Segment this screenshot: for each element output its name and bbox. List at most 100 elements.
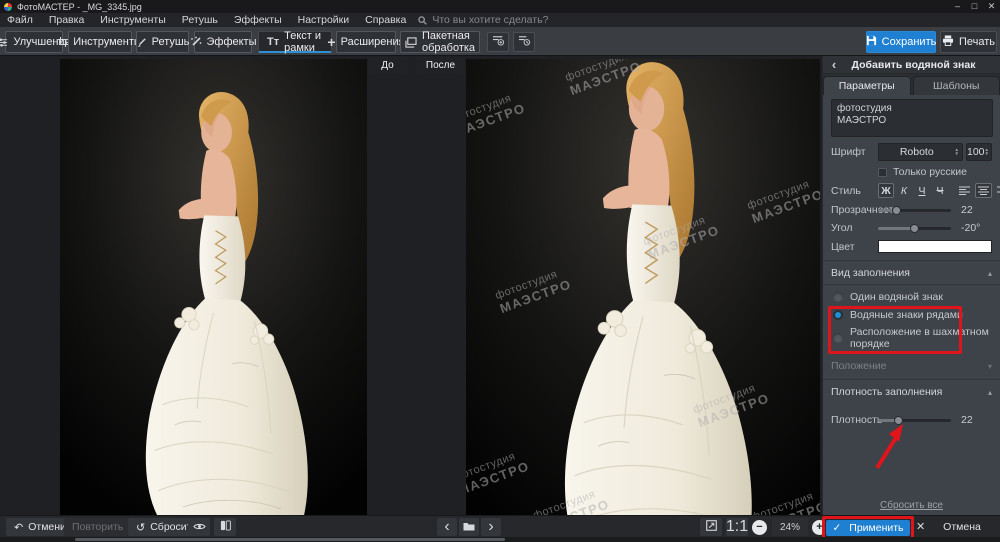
- scrollbar-thumb[interactable]: [75, 538, 505, 541]
- menu-settings[interactable]: Настройки: [290, 13, 358, 27]
- preset-history-button[interactable]: [513, 32, 535, 52]
- tab-extensions[interactable]: + Расширения: [336, 31, 396, 53]
- tab-text-frames[interactable]: Tт Текст и рамки: [258, 31, 332, 53]
- after-toggle[interactable]: После: [417, 57, 464, 74]
- apply-label: Применить: [849, 522, 903, 534]
- minimize-button[interactable]: –: [949, 0, 966, 13]
- underline-button[interactable]: Ч: [914, 183, 930, 198]
- italic-button[interactable]: К: [896, 183, 912, 198]
- tab-effects-label: Эффекты: [207, 36, 257, 48]
- after-photo: фотостудияМАЭСТРОфотостудияМАЭСТРОфотост…: [466, 59, 820, 515]
- menu-edit[interactable]: Правка: [41, 13, 92, 27]
- zoom-out-button[interactable]: −: [752, 520, 767, 535]
- eye-icon: [193, 518, 206, 536]
- menu-bar: Файл Правка Инструменты Ретушь Эффекты Н…: [0, 13, 1000, 27]
- density-slider[interactable]: [878, 416, 951, 425]
- zoom-1-1-button[interactable]: 1:1: [726, 518, 748, 536]
- align-center-button[interactable]: [975, 183, 992, 198]
- color-swatch[interactable]: [878, 240, 992, 253]
- tab-batch-processing[interactable]: Пакетная обработка: [400, 31, 480, 53]
- maximize-button[interactable]: □: [966, 0, 983, 13]
- search-input[interactable]: Что вы хотите сделать?: [418, 14, 548, 26]
- crop-icon: [58, 37, 68, 47]
- tab-tools[interactable]: Инструменты: [68, 31, 132, 53]
- preset-add-button[interactable]: [487, 32, 509, 52]
- tab-batch-label: Пакетная обработка: [422, 30, 475, 54]
- menu-help[interactable]: Справка: [357, 13, 414, 27]
- cancel-button[interactable]: Отмена: [928, 518, 996, 536]
- radio-icon[interactable]: [833, 333, 843, 343]
- position-section-header[interactable]: Положение ▾: [831, 360, 992, 372]
- chevron-down-icon[interactable]: ▾: [988, 362, 992, 371]
- prev-photo-button[interactable]: ‹: [437, 518, 457, 536]
- bold-button[interactable]: Ж: [878, 183, 894, 198]
- only-russian-checkbox-row[interactable]: Только русские: [878, 166, 992, 178]
- radio-checkerboard[interactable]: Расположение в шахматном порядке: [831, 324, 992, 352]
- chevron-up-icon[interactable]: ▴: [988, 269, 992, 278]
- open-folder-button[interactable]: [459, 518, 479, 536]
- size-spinner-icon[interactable]: ▲▼: [985, 148, 992, 156]
- menu-file[interactable]: Файл: [0, 13, 41, 27]
- watermark-text-input[interactable]: фотостудия МАЭСТРО: [831, 99, 993, 137]
- save-button[interactable]: Сохранить: [866, 31, 936, 53]
- radio-checkerboard-label: Расположение в шахматном порядке: [850, 326, 992, 350]
- before-toggle[interactable]: До: [368, 57, 407, 74]
- density-title: Плотность заполнения: [831, 386, 942, 398]
- angle-label: Угол: [831, 222, 878, 234]
- angle-slider[interactable]: [878, 224, 951, 233]
- density-label: Плотность: [831, 414, 878, 426]
- compare-view-button[interactable]: [214, 518, 236, 536]
- radio-single-watermark[interactable]: Один водяной знак: [831, 289, 992, 305]
- align-right-button[interactable]: [994, 183, 1000, 198]
- horizontal-scrollbar[interactable]: [0, 537, 1000, 542]
- apply-button[interactable]: ✓ Применить: [826, 520, 910, 536]
- fit-screen-icon: [706, 518, 717, 536]
- position-title: Положение: [831, 360, 887, 372]
- menu-effects[interactable]: Эффекты: [226, 13, 290, 27]
- align-left-button[interactable]: [956, 183, 973, 198]
- next-photo-button[interactable]: ›: [481, 518, 501, 536]
- reset-all-link[interactable]: Сбросить все: [823, 500, 1000, 511]
- tab-retouch[interactable]: Ретушь: [136, 31, 189, 53]
- style-label: Стиль: [831, 185, 878, 197]
- font-family-select[interactable]: Roboto ▲▼: [878, 143, 963, 161]
- angle-slider-handle[interactable]: [910, 224, 919, 233]
- fill-type-section-header[interactable]: Вид заполнения ▴: [831, 267, 992, 279]
- opacity-slider-handle[interactable]: [892, 206, 901, 215]
- font-size-value: 100: [967, 146, 985, 158]
- bottom-bar: ↶ Отменить Повторить ↷ ↺ Сбросить ‹ › 1:…: [0, 515, 1000, 537]
- save-label: Сохранить: [882, 36, 937, 48]
- strikethrough-button[interactable]: Ч: [932, 183, 948, 198]
- tab-enhance[interactable]: Улучшения: [5, 31, 63, 53]
- select-spinner-icon[interactable]: ▲▼: [955, 148, 962, 156]
- menu-retouch[interactable]: Ретушь: [174, 13, 226, 27]
- tab-templates[interactable]: Шаблоны: [913, 76, 1000, 95]
- checkbox-icon[interactable]: [878, 168, 887, 177]
- print-button[interactable]: Печать: [940, 31, 997, 53]
- close-button[interactable]: ✕: [983, 0, 1000, 13]
- density-section-header[interactable]: Плотность заполнения ▴: [831, 386, 992, 398]
- radio-icon[interactable]: [833, 310, 843, 320]
- density-slider-handle[interactable]: [894, 416, 903, 425]
- search-placeholder: Что вы хотите сделать?: [432, 14, 548, 26]
- opacity-slider[interactable]: [878, 206, 951, 215]
- font-label: Шрифт: [831, 146, 878, 158]
- back-icon[interactable]: ‹: [823, 57, 845, 72]
- editor-canvas: фотостудияМАЭСТРОфотостудияМАЭСТРОфотост…: [0, 56, 822, 537]
- preview-original-button[interactable]: [188, 518, 210, 536]
- red-arrow-annotation: [867, 422, 913, 474]
- tab-text-frames-label: Текст и рамки: [284, 30, 323, 54]
- radio-watermark-rows[interactable]: Водяные знаки рядами: [831, 307, 992, 323]
- tab-effects[interactable]: Эффекты: [194, 31, 252, 53]
- cancel-x-icon[interactable]: ✕: [916, 520, 925, 533]
- app-window: ФотоМАСТЕР - _MG_3345.jpg – □ ✕ Файл Пра…: [0, 0, 1000, 542]
- radio-rows-label: Водяные знаки рядами: [850, 309, 963, 321]
- menu-tools[interactable]: Инструменты: [92, 13, 173, 27]
- magic-wand-icon: [190, 36, 202, 48]
- font-size-input[interactable]: 100 ▲▼: [966, 143, 992, 161]
- chevron-up-icon[interactable]: ▴: [988, 388, 992, 397]
- tab-parameters[interactable]: Параметры: [823, 76, 911, 95]
- radio-icon[interactable]: [833, 292, 843, 302]
- fit-to-screen-button[interactable]: [700, 518, 722, 536]
- panel-tabs: Параметры Шаблоны: [823, 74, 1000, 95]
